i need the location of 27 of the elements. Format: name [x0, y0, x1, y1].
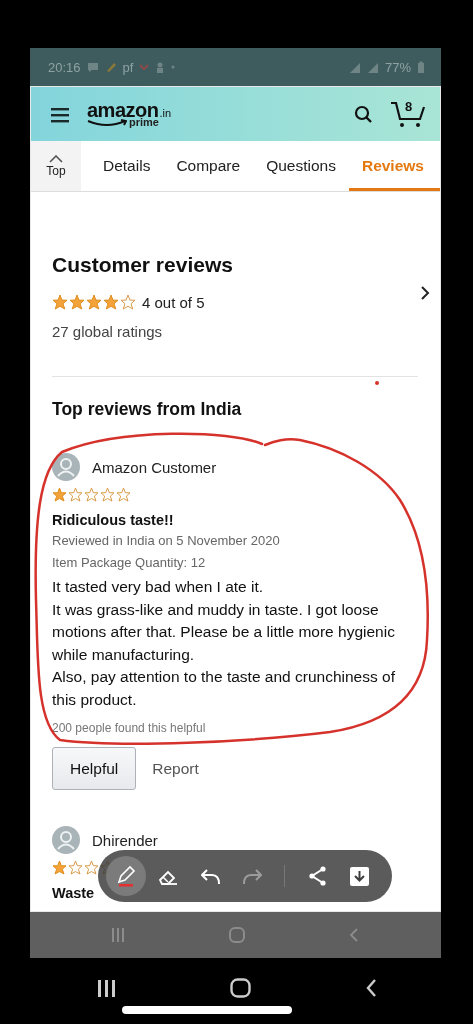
helpful-count: 200 people found this helpful: [52, 720, 207, 737]
battery-level: 77%: [384, 59, 411, 75]
tab[interactable]: Compare: [163, 141, 254, 191]
review-text: Also, pay attention to the taste and crunchiness of this product.: [52, 667, 396, 710]
logo-text: amazon: [87, 100, 159, 120]
reviewer-name: Dhirender: [92, 831, 158, 849]
rating-text: 4 out of 5: [142, 293, 205, 311]
clock: 20:16: [48, 59, 81, 75]
review-text: It tasted very bad when I ate it.: [52, 577, 265, 597]
report-link[interactable]: Report: [152, 759, 199, 778]
logo-suffix: .in: [159, 108, 172, 119]
review-text: It was grass-like and muddy in taste. I got loose motions after that. Please be a little more hygienic while manufacturing.: [52, 599, 396, 665]
tab[interactable]: Details: [90, 141, 164, 191]
ratings-count: 27 global ratings: [52, 322, 164, 342]
section-title: Top reviews from India: [52, 398, 243, 421]
review-title: Waste: [52, 884, 96, 903]
review-title: Ridiculous taste!!: [52, 511, 175, 530]
prime-label: prime: [129, 117, 159, 128]
helpful-button[interactable]: Helpful: [52, 747, 137, 790]
section-title: Customer reviews: [52, 252, 234, 278]
back-to-top-tab[interactable]: Top: [31, 141, 81, 191]
cart-count: 8: [405, 99, 413, 114]
tab[interactable]: Questions: [253, 141, 349, 191]
reviewer-name: Amazon Customer: [92, 458, 217, 476]
status-text: pf: [122, 59, 134, 75]
review-meta: Reviewed in India on 5 November 2020: [52, 532, 281, 550]
review-meta: Item Package Quantity: 12: [52, 554, 207, 572]
